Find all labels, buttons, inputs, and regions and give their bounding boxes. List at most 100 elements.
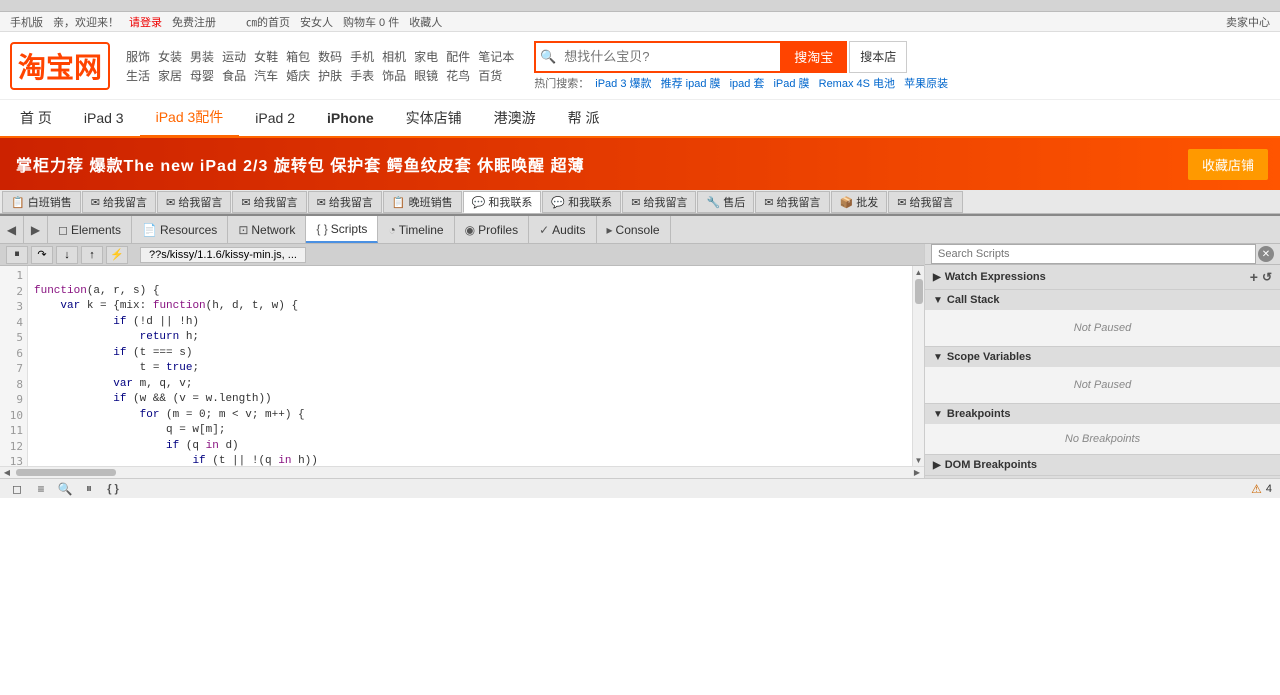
tab-profiles[interactable]: ◉ Profiles bbox=[455, 216, 530, 243]
sub-tab-msg6[interactable]: ✉ 给我留言 bbox=[755, 191, 829, 213]
pause-button[interactable]: ⏸ bbox=[6, 246, 28, 264]
tab-timeline[interactable]: ◔ Timeline bbox=[378, 216, 454, 243]
sub-tab-msg3[interactable]: ✉ 给我留言 bbox=[232, 191, 306, 213]
watch-add-icon[interactable]: + bbox=[1250, 269, 1258, 285]
top-nav-cart[interactable]: 购物车 0 件 bbox=[343, 14, 399, 30]
status-pause-icon[interactable]: ⏸ bbox=[80, 480, 98, 498]
scroll-down-arrow[interactable]: ▼ bbox=[913, 454, 924, 466]
long-break-button[interactable]: ⚡ bbox=[106, 246, 128, 264]
horizontal-scrollbar[interactable]: ◀ ▶ bbox=[0, 466, 924, 478]
cat-clothing[interactable]: 服饰 bbox=[126, 48, 150, 65]
devtools-expand-right[interactable]: ▶ bbox=[24, 216, 48, 243]
cat-sport[interactable]: 运动 bbox=[222, 48, 246, 65]
cat-general[interactable]: 百货 bbox=[478, 67, 502, 84]
cat-shoes[interactable]: 女鞋 bbox=[254, 48, 278, 65]
scroll-left-arrow[interactable]: ◀ bbox=[2, 468, 12, 478]
cat-bag[interactable]: 箱包 bbox=[286, 48, 310, 65]
tab-elements[interactable]: ◻ Elements bbox=[48, 216, 132, 243]
watch-expressions-header[interactable]: ▶ Watch Expressions + ↺ bbox=[925, 265, 1280, 289]
cat-skincare[interactable]: 护肤 bbox=[318, 67, 342, 84]
tab-console[interactable]: ▸ Console bbox=[597, 216, 671, 243]
sub-tab-evening-sales[interactable]: 📋 晚班销售 bbox=[383, 191, 462, 213]
top-nav-home[interactable]: ㎝的首页 bbox=[246, 14, 290, 30]
step-over-button[interactable]: ↷ bbox=[31, 246, 53, 264]
sub-tab-msg7[interactable]: ✉ 给我留言 bbox=[888, 191, 962, 213]
scroll-right-arrow[interactable]: ▶ bbox=[912, 468, 922, 478]
status-format-icon[interactable]: { } bbox=[104, 480, 122, 498]
scroll-thumb-horizontal[interactable] bbox=[16, 469, 116, 476]
cat-accessory[interactable]: 配件 bbox=[446, 48, 470, 65]
cat-baby[interactable]: 母婴 bbox=[190, 67, 214, 84]
search-input[interactable] bbox=[560, 41, 780, 73]
status-element-icon[interactable]: ◻ bbox=[8, 480, 26, 498]
watch-refresh-icon[interactable]: ↺ bbox=[1262, 270, 1272, 284]
dom-breakpoints-header[interactable]: ▶ DOM Breakpoints bbox=[925, 455, 1280, 475]
scroll-up-arrow[interactable]: ▲ bbox=[913, 266, 924, 278]
cat-jewelry[interactable]: 饰品 bbox=[382, 67, 406, 84]
step-out-button[interactable]: ↑ bbox=[81, 246, 103, 264]
cat-watch[interactable]: 手表 bbox=[350, 67, 374, 84]
file-tab[interactable]: ??s/kissy/1.1.6/kissy-min.js, ... bbox=[140, 247, 306, 263]
cat-men[interactable]: 男装 bbox=[190, 48, 214, 65]
hot-item-1[interactable]: iPad 3 爆款 bbox=[595, 78, 651, 90]
cat-appliance[interactable]: 家电 bbox=[414, 48, 438, 65]
sub-tab-contact2[interactable]: 💬 和我联系 bbox=[542, 191, 621, 213]
search-store-button[interactable]: 搜本店 bbox=[849, 41, 907, 73]
top-nav-seller[interactable]: 卖家中心 bbox=[1226, 14, 1270, 30]
cat-camera[interactable]: 相机 bbox=[382, 48, 406, 65]
cat-digital[interactable]: 数码 bbox=[318, 48, 342, 65]
main-nav-ipad3-accessory[interactable]: iPad 3配件 bbox=[140, 99, 240, 137]
sub-tab-msg4[interactable]: ✉ 给我留言 bbox=[308, 191, 382, 213]
main-nav-store[interactable]: 实体店铺 bbox=[390, 99, 478, 137]
breakpoints-header[interactable]: ▼ Breakpoints bbox=[925, 404, 1280, 424]
tab-audits[interactable]: ✓ Audits bbox=[529, 216, 596, 243]
cat-laptop[interactable]: 笔记本 bbox=[478, 48, 514, 65]
taobao-logo[interactable]: 淘宝网 bbox=[10, 42, 110, 90]
sub-tab-msg1[interactable]: ✉ 给我留言 bbox=[82, 191, 156, 213]
cat-women[interactable]: 女装 bbox=[158, 48, 182, 65]
hot-item-3[interactable]: ipad 套 bbox=[730, 78, 765, 90]
hot-item-6[interactable]: 苹果原装 bbox=[904, 78, 948, 90]
main-nav-home[interactable]: 首 页 bbox=[4, 99, 68, 137]
cat-wedding[interactable]: 婚庆 bbox=[286, 67, 310, 84]
status-console-icon[interactable]: ≡ bbox=[32, 480, 50, 498]
status-search-icon[interactable]: 🔍 bbox=[56, 480, 74, 498]
cat-car[interactable]: 汽车 bbox=[254, 67, 278, 84]
hot-item-5[interactable]: Remax 4S 电池 bbox=[819, 78, 895, 90]
cat-home[interactable]: 家居 bbox=[158, 67, 182, 84]
hot-item-4[interactable]: iPad 膜 bbox=[773, 78, 809, 90]
top-nav-login[interactable]: 请登录 bbox=[129, 14, 162, 30]
collect-store-button[interactable]: 收藏店铺 bbox=[1188, 149, 1268, 180]
top-nav-mobile[interactable]: 手机版 bbox=[10, 14, 43, 30]
cat-life[interactable]: 生活 bbox=[126, 67, 150, 84]
tab-network[interactable]: ⊡ Network bbox=[228, 216, 306, 243]
step-into-button[interactable]: ↓ bbox=[56, 246, 78, 264]
main-nav-ipad2[interactable]: iPad 2 bbox=[239, 99, 311, 137]
main-nav-ipad3[interactable]: iPad 3 bbox=[68, 99, 140, 137]
sub-tab-aftersales[interactable]: 🔧 售后 bbox=[697, 191, 754, 213]
sub-tab-msg2[interactable]: ✉ 给我留言 bbox=[157, 191, 231, 213]
cat-food[interactable]: 食品 bbox=[222, 67, 246, 84]
cat-flower[interactable]: 花鸟 bbox=[446, 67, 470, 84]
main-nav-iphone[interactable]: iPhone bbox=[311, 99, 390, 137]
cat-glasses[interactable]: 眼镜 bbox=[414, 67, 438, 84]
scripts-search-input[interactable] bbox=[931, 244, 1256, 264]
scripts-search-clear[interactable]: ✕ bbox=[1258, 246, 1274, 262]
scope-variables-header[interactable]: ▼ Scope Variables bbox=[925, 347, 1280, 367]
main-nav-hk[interactable]: 港澳游 bbox=[478, 99, 552, 137]
scroll-thumb-vertical[interactable] bbox=[915, 279, 923, 304]
tab-resources[interactable]: 📄 Resources bbox=[132, 216, 228, 243]
sub-tab-wholesale[interactable]: 📦 批发 bbox=[831, 191, 888, 213]
cat-phone[interactable]: 手机 bbox=[350, 48, 374, 65]
sub-tab-msg5[interactable]: ✉ 给我留言 bbox=[622, 191, 696, 213]
top-nav-women[interactable]: 安女人 bbox=[300, 14, 333, 30]
search-taobao-button[interactable]: 搜淘宝 bbox=[780, 41, 847, 73]
top-nav-favorites[interactable]: 收藏人 bbox=[409, 14, 442, 30]
main-nav-help[interactable]: 帮 派 bbox=[552, 99, 616, 137]
tab-scripts[interactable]: { } Scripts bbox=[306, 216, 378, 243]
vertical-scrollbar[interactable]: ▲ ▼ bbox=[912, 266, 924, 466]
hot-item-2[interactable]: 推荐 ipad 膜 bbox=[661, 78, 721, 90]
sub-tab-contact1[interactable]: 💬 和我联系 bbox=[463, 191, 542, 213]
devtools-collapse-left[interactable]: ◀ bbox=[0, 216, 24, 243]
sub-tab-morning-sales[interactable]: 📋 白班销售 bbox=[2, 191, 81, 213]
